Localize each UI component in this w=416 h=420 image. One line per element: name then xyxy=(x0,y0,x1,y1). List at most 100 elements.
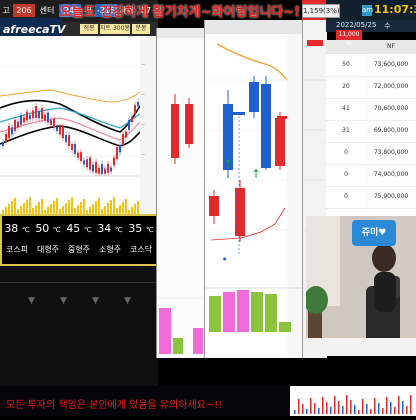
volume-bar xyxy=(223,292,235,332)
temp-label-small-cap: 소형주 xyxy=(98,245,122,254)
volume-bar xyxy=(38,202,40,214)
volume-bar xyxy=(131,207,133,214)
side-value-panel: NF 73,600,000 72,000,000 70,600,000 69,800,… xyxy=(366,40,416,216)
arrow-down-icon: ▼ xyxy=(60,296,67,306)
volume-bar xyxy=(251,292,263,332)
left-lower-panel: ▼ ▼ ▼ ▼ xyxy=(0,266,158,386)
index-label-force: 세력 xyxy=(119,6,135,15)
volume-bar xyxy=(98,198,100,214)
volume-bar xyxy=(113,197,115,214)
temp-small-cap: 34 ℃ xyxy=(97,222,123,235)
volume-bar xyxy=(68,200,70,214)
volume-bar xyxy=(89,207,91,214)
temp-label-large-cap: 대형주 xyxy=(36,245,60,254)
mini-bar xyxy=(294,410,296,414)
index-value-center: -245 xyxy=(59,4,81,17)
clock-time: 11:07:32 xyxy=(374,3,416,16)
buy-arrow-icon: ↑ xyxy=(223,157,233,171)
clock-period: am xyxy=(362,5,374,16)
candle xyxy=(89,157,91,170)
tab-minute[interactable]: 분봉 xyxy=(132,24,150,34)
candle xyxy=(59,126,61,135)
mini-chart xyxy=(290,386,416,416)
table-row: 20 xyxy=(326,76,366,99)
candle xyxy=(261,84,271,168)
candle xyxy=(20,114,22,125)
candle xyxy=(5,134,7,143)
mini-bar xyxy=(334,396,336,414)
mini-bar xyxy=(326,402,328,414)
candle xyxy=(125,131,127,138)
clock-weekday: 수 xyxy=(384,22,391,30)
tab-300-bars[interactable]: 차트 300봉 xyxy=(100,24,130,34)
middle-chart-window[interactable] xyxy=(156,28,205,358)
candle xyxy=(104,168,106,174)
volume-bar xyxy=(279,322,291,332)
volume-bar xyxy=(71,197,73,214)
arrow-down-icon: ▼ xyxy=(124,296,131,306)
svg-text:—: — xyxy=(141,62,145,67)
table-row: 41 xyxy=(326,98,366,121)
svg-text:●: ● xyxy=(223,256,227,261)
candle xyxy=(32,110,34,119)
candle xyxy=(71,144,73,151)
mini-bar xyxy=(350,400,352,414)
side-value-row: 72,000,000 xyxy=(366,76,416,99)
volume-bar xyxy=(23,203,25,214)
volume-bar xyxy=(35,205,37,214)
candle xyxy=(47,112,49,123)
candle xyxy=(56,126,58,131)
left-price-chart[interactable]: — — — — xyxy=(0,36,160,214)
side-value-row: 69,800,000 xyxy=(366,120,416,143)
candle xyxy=(77,152,79,158)
candle xyxy=(38,111,40,119)
volume-bar xyxy=(5,207,7,214)
table-row: 0 xyxy=(326,186,366,209)
candle xyxy=(17,121,19,128)
divider xyxy=(0,282,158,283)
temp-label-kosdaq: 코스닥 xyxy=(129,245,153,254)
tab-daily[interactable]: 일봉 xyxy=(2,24,16,34)
volume-bar xyxy=(265,294,277,332)
candle xyxy=(116,147,118,160)
index-label-high: 고 xyxy=(2,6,10,15)
candle xyxy=(275,118,285,166)
index-value-force: 17 xyxy=(140,6,152,15)
candle xyxy=(11,127,13,135)
mini-bar xyxy=(410,395,412,414)
candle xyxy=(29,115,31,120)
red-badge: 11,000억 xyxy=(336,30,362,48)
mini-bar xyxy=(338,401,340,414)
mini-bar xyxy=(354,405,356,414)
candle xyxy=(74,143,76,154)
volume-bar xyxy=(107,203,109,214)
mini-bar xyxy=(406,406,408,414)
volume-bar xyxy=(20,206,22,214)
side-value-row: 74,900,000 xyxy=(366,164,416,187)
svg-text:—: — xyxy=(141,152,145,157)
volume-bar xyxy=(95,201,97,214)
tab-weekly[interactable]: 주봉 xyxy=(17,24,31,34)
index-value-high: 206 xyxy=(13,4,35,17)
volume-bar xyxy=(209,296,221,332)
candle xyxy=(119,145,121,153)
mini-bar xyxy=(402,401,404,414)
candle xyxy=(23,117,25,123)
candle xyxy=(14,119,16,131)
candle xyxy=(113,157,115,166)
volume-bar xyxy=(237,290,249,332)
table-row: 0 xyxy=(326,142,366,165)
mini-bar xyxy=(370,409,372,414)
chart-tab-row: 일봉 주봉 월봉 적봉 차트 300봉 분봉 xyxy=(0,22,158,36)
tab-candle[interactable]: 적봉 xyxy=(80,24,98,34)
candle xyxy=(107,163,109,173)
volume-bar xyxy=(77,205,79,214)
mini-bar xyxy=(358,410,360,414)
mini-bar xyxy=(298,399,300,414)
right-candle-window[interactable]: ↑ ↑ ● xyxy=(204,20,303,358)
volume-bar xyxy=(119,205,121,214)
side-value-row: 75,900,000 xyxy=(366,186,416,209)
tab-monthly[interactable]: 월봉 xyxy=(32,24,46,34)
side-data-table: 50 20 41 31 0 0 0 xyxy=(326,40,366,216)
right-candle-canvas: ↑ ↑ ● xyxy=(205,20,303,358)
